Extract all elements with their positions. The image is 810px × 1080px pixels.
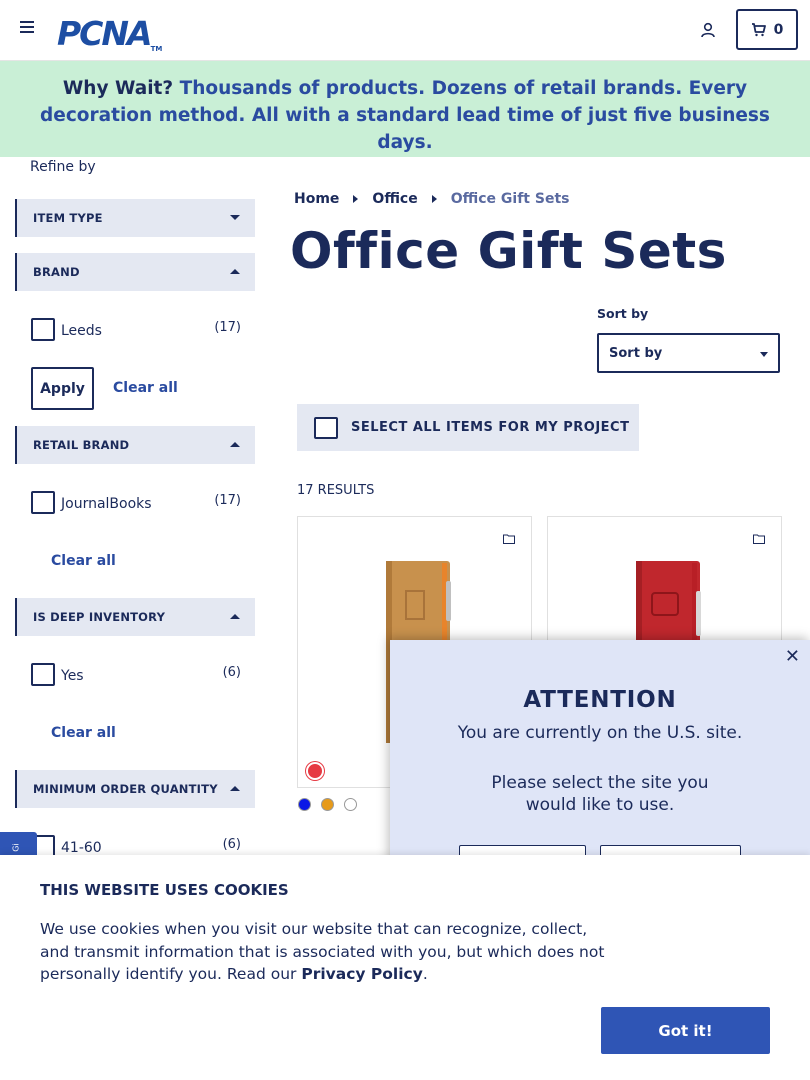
- page-title: Office Gift Sets: [290, 222, 727, 280]
- breadcrumb-home[interactable]: Home: [294, 191, 339, 207]
- sort-label: Sort by: [597, 306, 649, 321]
- chevron-right-icon: [353, 195, 359, 203]
- swatch-white[interactable]: [344, 798, 357, 811]
- logo-text: PCNA: [57, 14, 153, 53]
- chevron-down-icon: [760, 352, 768, 357]
- refine-by-label: Refine by: [30, 159, 96, 175]
- sort-select-value: Sort by: [609, 345, 663, 361]
- option-label: JournalBooks: [61, 496, 152, 512]
- swatch-orange[interactable]: [321, 798, 334, 811]
- breadcrumb: Home Office Office Gift Sets: [294, 191, 569, 207]
- cart-count: 0: [773, 21, 784, 38]
- attention-prompt: Please select the site you would like to…: [491, 773, 709, 815]
- account-icon[interactable]: [700, 22, 716, 38]
- facet-option-yes[interactable]: Yes (6): [31, 663, 243, 687]
- checkbox[interactable]: [314, 417, 338, 439]
- banner-lead: Why Wait?: [62, 78, 174, 99]
- promo-banner: Why Wait? Thousands of products. Dozens …: [0, 61, 810, 157]
- facet-min-order[interactable]: MINIMUM ORDER QUANTITY: [15, 770, 255, 808]
- side-tab-label: Gi: [11, 843, 21, 852]
- facet-brand[interactable]: BRAND: [15, 253, 255, 291]
- facet-retail-brand-label: RETAIL BRAND: [33, 438, 130, 452]
- breadcrumb-office[interactable]: Office: [372, 191, 417, 207]
- facet-retail-brand[interactable]: RETAIL BRAND: [15, 426, 255, 464]
- site-select-modal: ✕ ATTENTION You are currently on the U.S…: [390, 640, 810, 875]
- checkbox[interactable]: [31, 491, 55, 514]
- menu-icon[interactable]: [20, 21, 36, 37]
- clear-all-brand[interactable]: Clear all: [113, 380, 178, 396]
- cart-icon: [751, 22, 766, 36]
- folder-icon[interactable]: [503, 534, 515, 544]
- attention-message: You are currently on the U.S. site.: [457, 723, 743, 743]
- facet-min-order-label: MINIMUM ORDER QUANTITY: [33, 782, 218, 796]
- site-header: PCNATM 0: [0, 0, 810, 61]
- option-count: (6): [222, 837, 241, 852]
- chevron-right-icon: [431, 195, 437, 203]
- cart-button[interactable]: 0: [736, 9, 798, 50]
- chevron-up-icon: [230, 786, 240, 791]
- close-icon[interactable]: ✕: [785, 646, 800, 667]
- cookie-title: THIS WEBSITE USES COOKIES: [40, 881, 289, 899]
- breadcrumb-current: Office Gift Sets: [450, 191, 570, 207]
- facet-option-journalbooks[interactable]: JournalBooks (17): [31, 491, 243, 515]
- option-count: (17): [214, 320, 241, 335]
- clear-all-deep-inventory[interactable]: Clear all: [51, 725, 116, 741]
- option-count: (6): [222, 665, 241, 680]
- facet-brand-label: BRAND: [33, 265, 80, 279]
- privacy-policy-link[interactable]: Privacy Policy: [301, 965, 423, 983]
- option-label: Yes: [61, 668, 84, 684]
- cookie-body-end: .: [422, 965, 428, 983]
- cookie-banner: THIS WEBSITE USES COOKIES We use cookies…: [0, 855, 810, 1080]
- chevron-up-icon: [230, 614, 240, 619]
- attention-title: ATTENTION: [523, 687, 677, 713]
- facet-item-type-label: ITEM TYPE: [33, 211, 103, 225]
- logo-trademark: TM: [150, 45, 163, 53]
- chevron-up-icon: [230, 442, 240, 447]
- chevron-up-icon: [230, 269, 240, 274]
- facet-option-leeds[interactable]: Leeds (17): [31, 318, 243, 342]
- checkbox[interactable]: [31, 318, 55, 341]
- sort-select[interactable]: Sort by: [597, 333, 780, 373]
- option-label: Leeds: [61, 323, 102, 339]
- color-swatches: [298, 798, 357, 811]
- apply-button[interactable]: Apply: [31, 367, 94, 410]
- folder-icon[interactable]: [753, 534, 765, 544]
- option-count: (17): [214, 493, 241, 508]
- facet-deep-inventory[interactable]: IS DEEP INVENTORY: [15, 598, 255, 636]
- select-all-items[interactable]: SELECT ALL ITEMS FOR MY PROJECT: [297, 404, 639, 451]
- facet-deep-inventory-label: IS DEEP INVENTORY: [33, 610, 166, 624]
- cookie-body: We use cookies when you visit our websit…: [40, 918, 620, 986]
- chevron-down-icon: [230, 215, 240, 220]
- pcna-logo[interactable]: PCNATM: [57, 14, 162, 53]
- retail-badge-icon: [306, 762, 324, 780]
- swatch-blue[interactable]: [298, 798, 311, 811]
- option-label: 41-60: [61, 840, 102, 856]
- got-it-button[interactable]: Got it!: [601, 1007, 770, 1054]
- checkbox[interactable]: [31, 663, 55, 686]
- clear-all-retail-brand[interactable]: Clear all: [51, 553, 116, 569]
- results-count: 17 RESULTS: [297, 483, 375, 498]
- facet-item-type[interactable]: ITEM TYPE: [15, 199, 255, 237]
- select-all-label: SELECT ALL ITEMS FOR MY PROJECT: [351, 420, 630, 435]
